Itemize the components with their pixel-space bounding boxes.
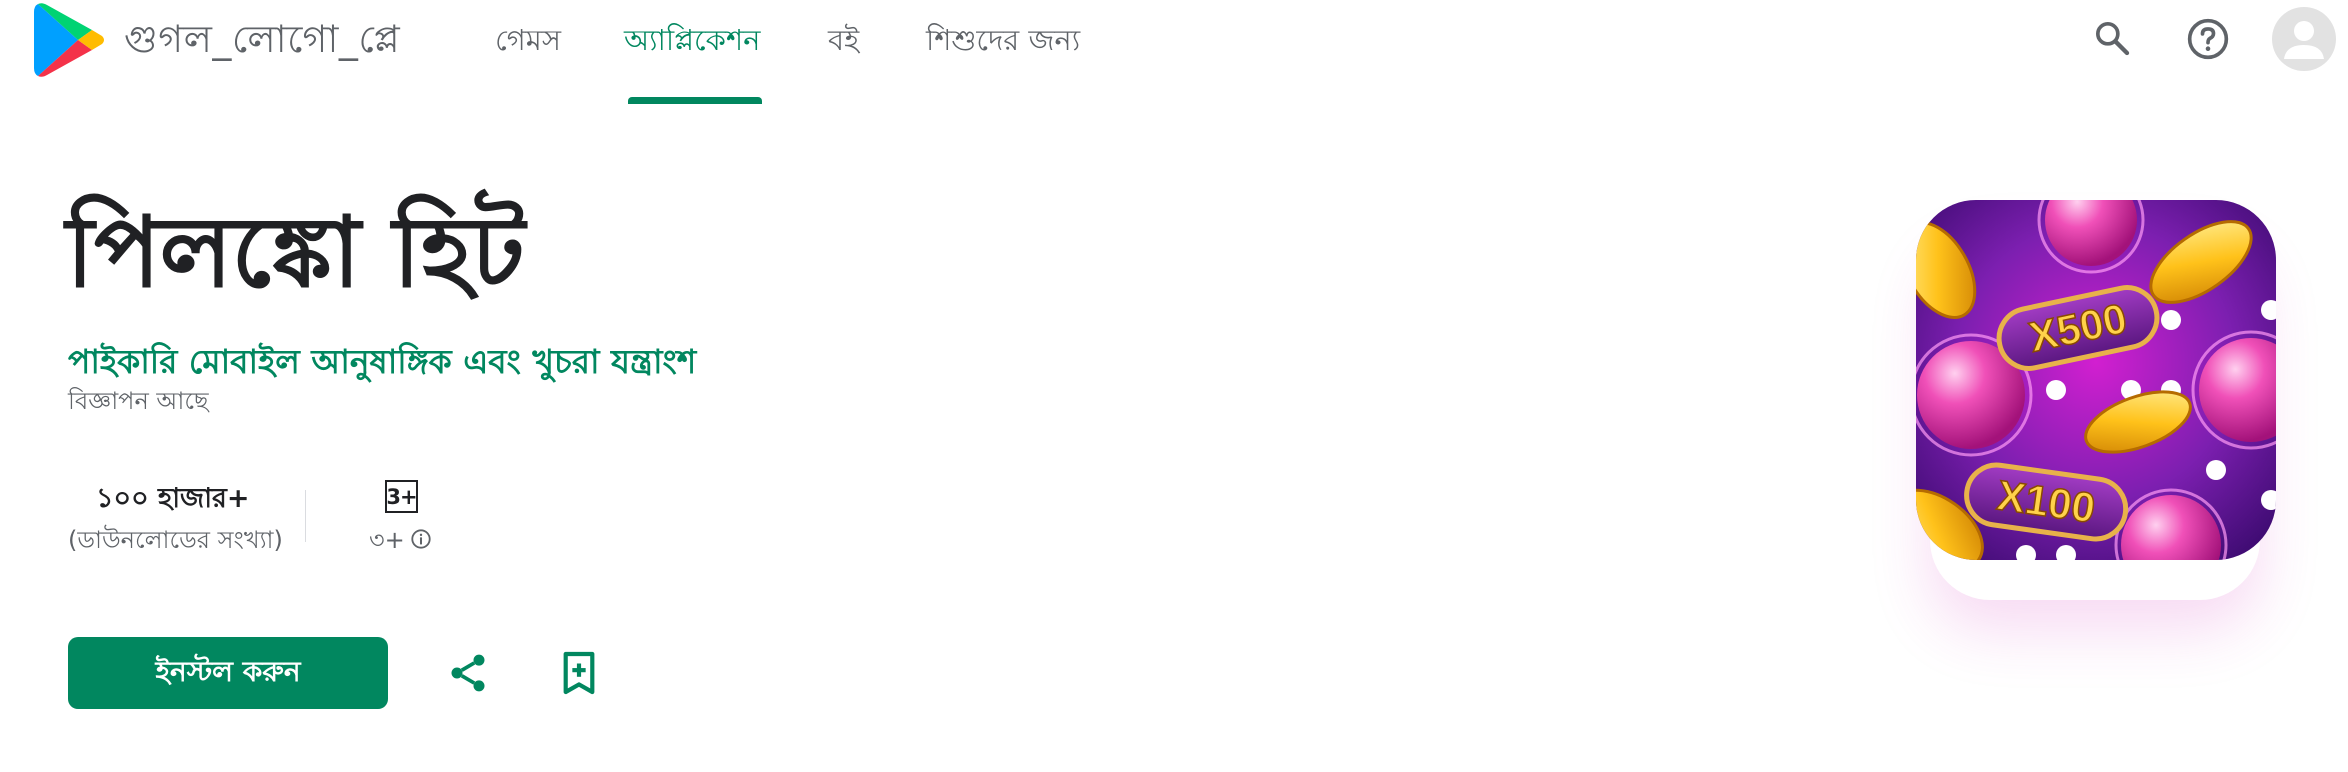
avatar[interactable] bbox=[2272, 7, 2336, 71]
play-store-page: গুগল_লোগো_প্লে গেমস অ্যাপ্লিকেশন বই শিশু… bbox=[0, 0, 2348, 772]
downloads-label: (ডাউনলোডের সংখ্যা) bbox=[68, 526, 283, 554]
contains-ads-label: বিজ্ঞাপন আছে bbox=[68, 387, 209, 415]
downloads-count: ১০০ হাজার+ bbox=[96, 483, 250, 514]
search-icon[interactable] bbox=[2092, 18, 2132, 58]
tab-apps[interactable]: অ্যাপ্লিকেশন bbox=[624, 18, 760, 67]
logo-text: গুগল_লোগো_প্লে bbox=[124, 17, 401, 61]
content-rating-label: ৩+ bbox=[369, 526, 405, 554]
play-logo-icon bbox=[34, 3, 104, 77]
app-title: পিলঙ্কো হিট bbox=[66, 196, 525, 310]
top-app-bar: গুগল_লোগো_প্লে গেমস অ্যাপ্লিকেশন বই শিশু… bbox=[0, 0, 2348, 104]
tab-kids[interactable]: শিশুদের জন্য bbox=[926, 18, 1080, 67]
share-icon[interactable] bbox=[446, 650, 490, 696]
app-icon: X500 X100 bbox=[1916, 200, 2276, 560]
app-icon-art: X500 X100 bbox=[1916, 200, 2276, 560]
content-rating-badge: 3+ bbox=[385, 480, 418, 513]
help-icon[interactable] bbox=[2186, 17, 2230, 61]
active-tab-indicator bbox=[628, 97, 762, 104]
user-icon bbox=[2284, 21, 2324, 59]
google-play-logo[interactable] bbox=[34, 0, 106, 80]
tab-games[interactable]: গেমস bbox=[495, 18, 561, 67]
stat-divider bbox=[305, 490, 306, 542]
info-icon[interactable] bbox=[410, 528, 432, 550]
install-button[interactable]: ইনস্টল করুন bbox=[68, 637, 388, 709]
wishlist-icon[interactable] bbox=[560, 650, 598, 696]
tab-books[interactable]: বই bbox=[828, 18, 859, 67]
